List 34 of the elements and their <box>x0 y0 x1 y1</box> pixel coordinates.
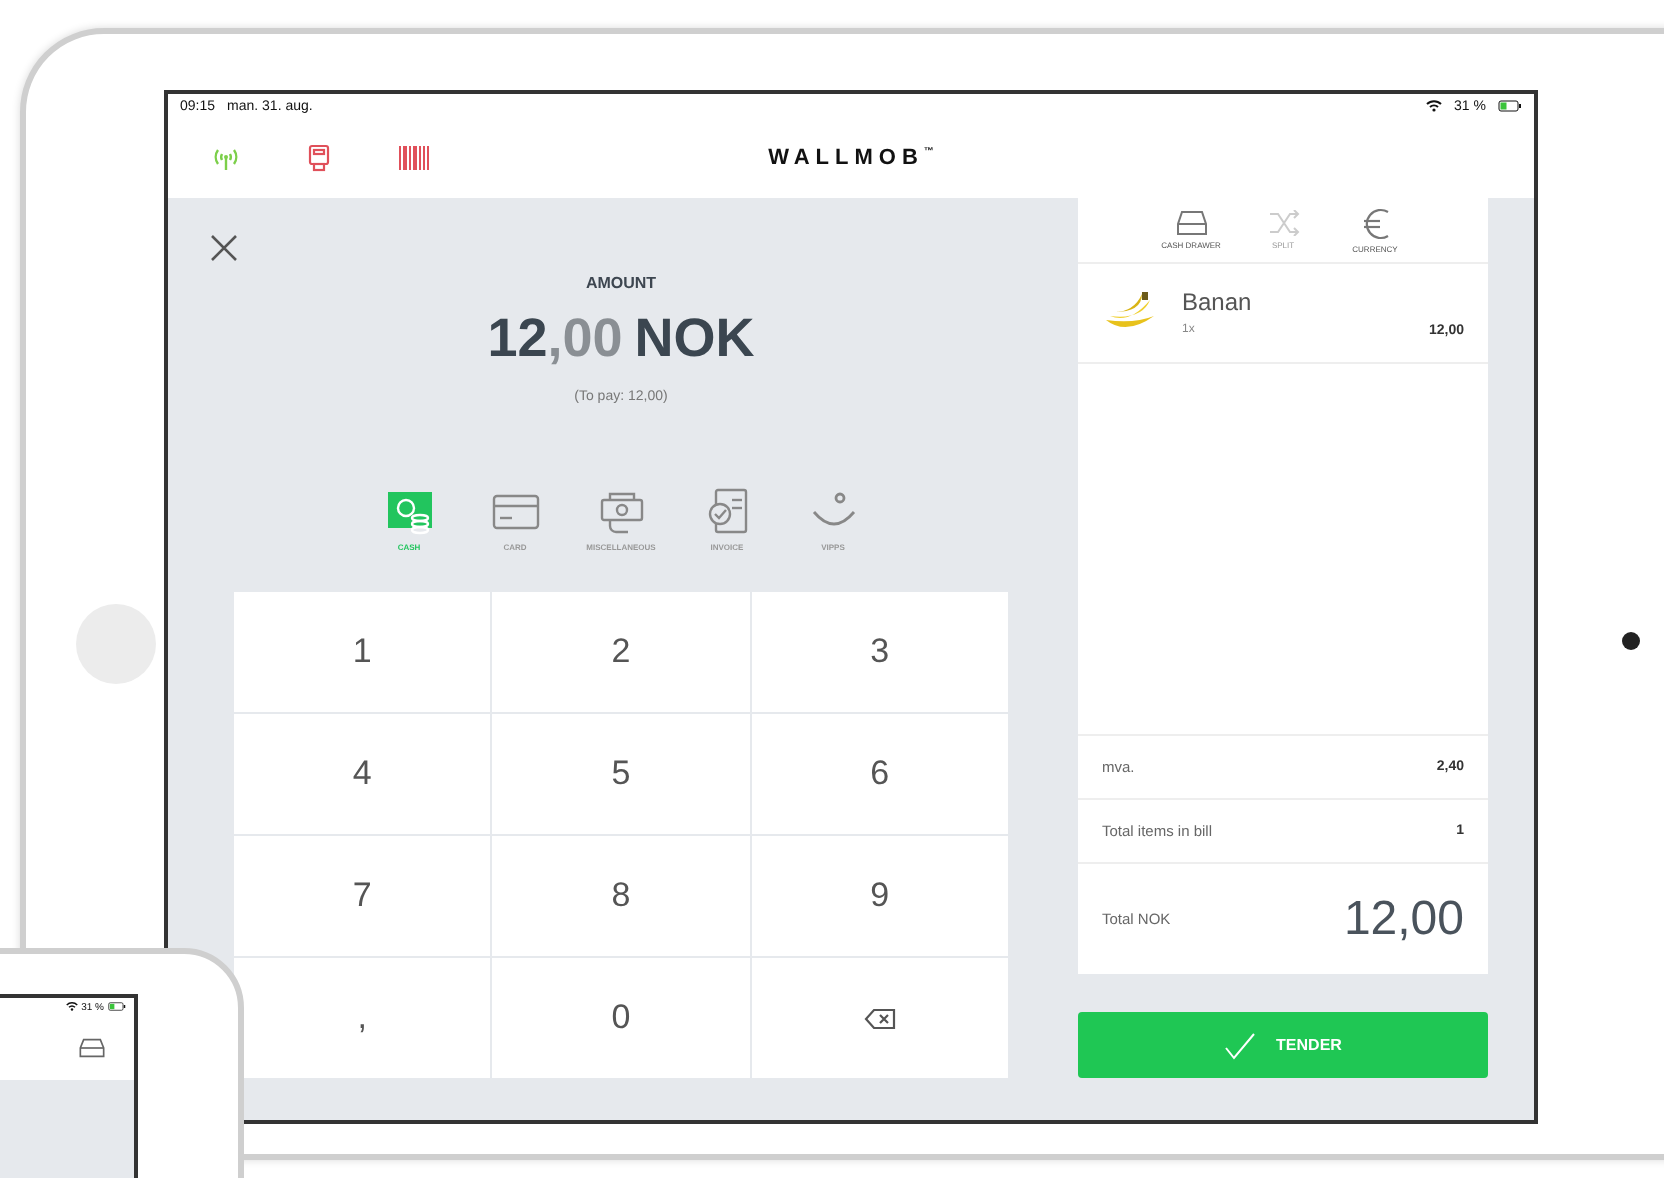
keypad-key[interactable]: 1 <box>234 592 491 712</box>
keypad-key[interactable]: 9 <box>751 836 1008 956</box>
amount-value: 12,00 NOK <box>487 308 755 370</box>
keypad-key[interactable]: 2 <box>492 592 750 712</box>
battery-icon <box>1498 100 1522 112</box>
checkmark-icon <box>1224 1031 1257 1059</box>
wifi-icon <box>65 1002 78 1012</box>
total-value: 12,00 <box>1343 891 1464 947</box>
drawer-icon <box>78 1038 106 1058</box>
battery-icon <box>108 1002 126 1012</box>
barcode-icon <box>398 146 430 170</box>
euro-icon <box>1361 207 1389 239</box>
keypad-key[interactable]: 0 <box>492 958 750 1078</box>
shuffle-icon <box>1267 210 1299 236</box>
close-button[interactable] <box>208 232 240 264</box>
backspace-icon <box>863 1007 896 1029</box>
antenna-icon <box>212 146 240 170</box>
keypad-key[interactable]: 7 <box>234 836 491 956</box>
wallet-icon <box>597 488 645 536</box>
phone-content-area <box>0 1080 134 1178</box>
cash-icon <box>385 488 433 536</box>
invoice-icon <box>703 488 751 536</box>
card-terminal-icon <box>308 144 330 172</box>
drawer-icon <box>1175 210 1207 236</box>
keypad-key[interactable]: 3 <box>751 592 1008 712</box>
item-name: Banan <box>1182 288 1254 316</box>
keypad-key[interactable]: 8 <box>492 836 750 956</box>
keypad-key[interactable]: 4 <box>234 714 491 834</box>
keypad-key[interactable]: 6 <box>751 714 1008 834</box>
camera-dot <box>1622 632 1640 650</box>
keypad-key[interactable]: 5 <box>492 714 750 834</box>
wifi-icon <box>1426 100 1443 112</box>
keypad-key[interactable]: , <box>234 958 491 1078</box>
amount-label: AMOUNT <box>585 274 657 292</box>
